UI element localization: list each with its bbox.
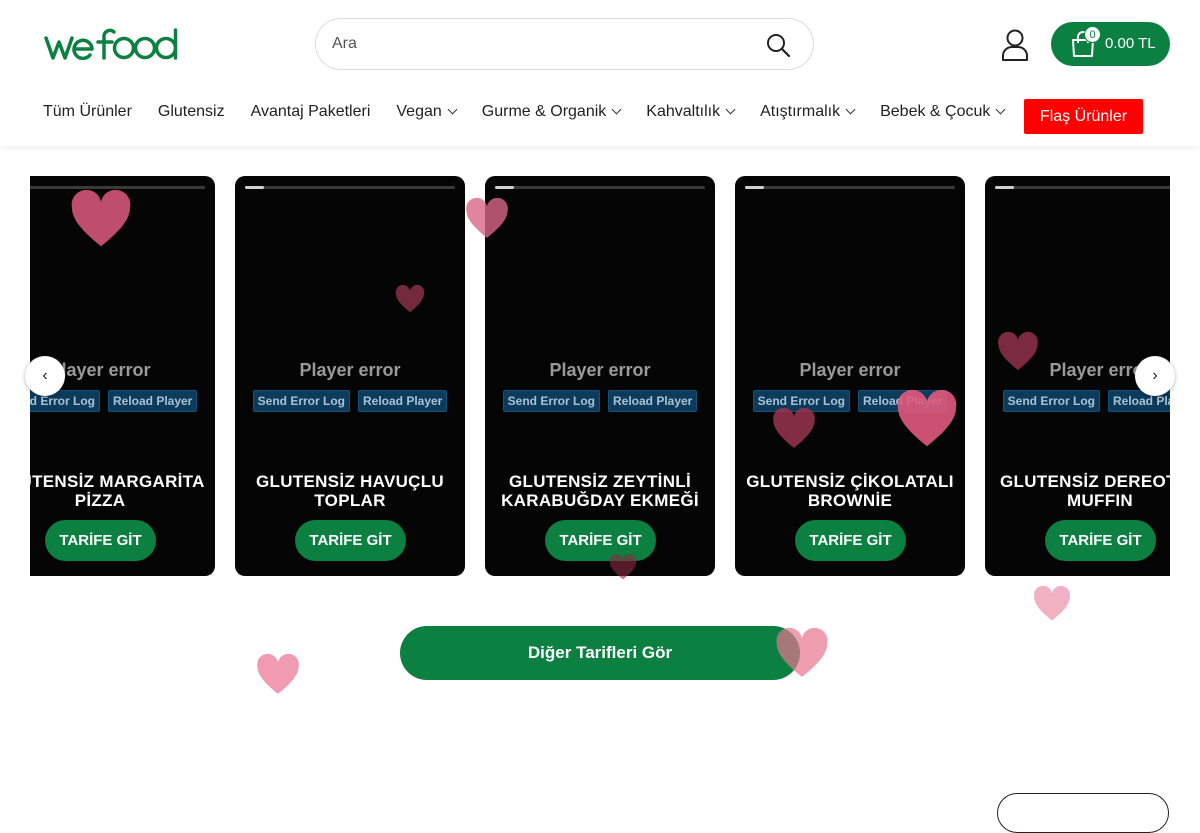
video-progress-bar [245,186,455,189]
recipe-carousel: Player error Send Error Log Reload Player G… [30,176,1170,576]
go-to-recipe-button[interactable]: TARİFE GİT [295,520,406,561]
heart-icon [257,654,299,694]
video-progress-fill [745,186,764,189]
player-error-actions: Send Error Log Reload Player [735,390,965,412]
nav-item-label: Glutensiz [157,103,225,120]
nav-item-6[interactable]: Atıştırmalık [760,103,856,121]
go-to-recipe-button[interactable]: TARİFE GİT [1045,520,1156,561]
video-progress-fill [245,186,264,189]
carousel-prev-button[interactable]: ‹ [25,356,65,396]
chevron-down-icon [845,104,856,114]
reload-player-button[interactable]: Reload Player [607,390,698,412]
video-progress-fill [995,186,1014,189]
recipe-card[interactable]: Player error Send Error Log Reload Player G… [235,176,465,576]
see-more-recipes-button[interactable]: Diğer Tarifleri Gör [400,626,800,680]
chevron-left-icon: ‹ [42,367,48,384]
logo-mark [44,28,178,61]
bottom-section-pill[interactable] [997,793,1169,833]
go-to-recipe-button[interactable]: TARİFE GİT [45,520,156,561]
reload-player-button[interactable]: Reload Player [857,390,948,412]
go-to-recipe-button[interactable]: TARİFE GİT [795,520,906,561]
player-error-actions: Send Error LogReload Player [985,390,1170,412]
chevron-down-icon [725,104,736,114]
recipe-title: GLUTENSİZ DEREOTLU MUFFIN [1000,472,1170,510]
recipe-title: GLUTENSİZ HAVUÇLU TOPLAR [256,472,444,510]
cart-count-badge: 0 [1084,26,1101,43]
nav-item-label: Avantaj Paketleri [250,103,371,120]
nav-item-0[interactable]: Tüm Ürünler [43,103,132,121]
site-header: 0 0.00 TL Tüm Ürünler Glutensiz Avantaj Pa… [0,0,1200,146]
chevron-down-icon [447,104,458,114]
player-error-text: Player error [549,360,651,380]
cart-button[interactable]: 0 0.00 TL [1051,22,1170,66]
nav-item-label: Atıştırmalık [760,103,841,120]
recipe-title: GLUTENSİZ ÇİKOLATALI BROWNİE [746,472,954,510]
heart-icon [1034,586,1070,621]
nav-item-2[interactable]: Avantaj Paketleri [251,103,371,121]
send-error-log-button[interactable]: Send Error Log [252,390,350,412]
video-progress-bar [995,186,1170,189]
carousel-next-button[interactable]: › [1135,356,1175,396]
video-progress-fill [495,186,514,189]
flash-products-button[interactable]: Flaş Ürünler [1024,99,1143,134]
send-error-log-button[interactable]: Send Error Log [1002,390,1100,412]
recipe-card[interactable]: Player error Send Error Log Reload Player G… [485,176,715,576]
nav-item-5[interactable]: Kahvaltılık [646,103,736,121]
send-error-log-button[interactable]: Send Error Log [502,390,600,412]
nav-item-7[interactable]: Bebek & Çocuk [880,103,1006,121]
reload-player-button[interactable]: Reload Player [357,390,448,412]
video-progress-bar [30,186,205,189]
player-error-actions: Send Error LogReload Player [30,390,215,412]
search-icon[interactable] [765,32,791,58]
main-nav: Tüm Ürünler Glutensiz Avantaj Paketleri Veg… [43,98,1030,126]
search-bar [315,18,814,70]
nav-item-label: Bebek & Çocuk [880,103,991,120]
search-input[interactable] [332,35,752,53]
reload-player-button[interactable]: Reload Player [107,390,198,412]
recipe-title: GLUTENSİZ MARGARİTA PİZZA [30,472,205,510]
nav-item-label: Tüm Ürünler [43,103,132,120]
video-progress-bar [745,186,955,189]
chevron-down-icon [995,104,1006,114]
user-icon[interactable] [1000,28,1030,62]
go-to-recipe-button[interactable]: TARİFE GİT [545,520,656,561]
player-error-actions: Send Error Log Reload Player [235,390,465,412]
nav-item-4[interactable]: Gurme & Organik [481,103,622,121]
player-error-text: Player error [299,360,401,380]
nav-item-label: Vegan [396,103,442,120]
nav-item-1[interactable]: Glutensiz [158,103,225,121]
recipe-card[interactable]: Player error Send Error Log Reload Player G… [735,176,965,576]
player-error-text: Player error [799,360,901,380]
nav-item-label: Kahvaltılık [646,103,721,120]
cart-total: 0.00 TL [1105,35,1156,52]
chevron-right-icon: › [1152,367,1158,384]
nav-item-label: Gurme & Organik [481,103,607,120]
wefood-logo[interactable] [44,26,184,66]
video-progress-bar [495,186,705,189]
recipe-title: GLUTENSİZ ZEYTİNLİ KARABUĞDAY EKMEĞİ [501,472,699,510]
chevron-down-icon [611,104,622,114]
send-error-log-button[interactable]: Send Error Log [752,390,850,412]
nav-item-3[interactable]: Vegan [396,103,458,121]
player-error-actions: Send Error Log Reload Player [485,390,715,412]
